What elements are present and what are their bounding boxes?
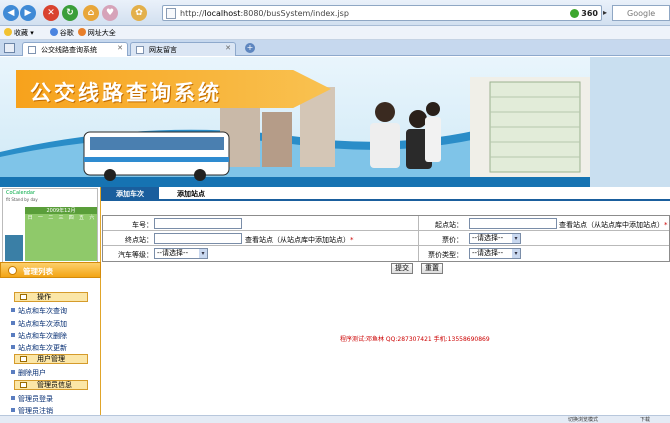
bookmark-directory[interactable]: 网址大全: [77, 27, 116, 38]
page-icon: [166, 7, 176, 19]
car-no-label: 车号：: [132, 221, 153, 229]
calendar-month: 2009年12月: [25, 207, 97, 214]
refresh-icon[interactable]: ↻: [62, 5, 78, 21]
sub-tab-strip: 添加车次 添加站点: [101, 187, 670, 201]
menu-item-delete[interactable]: 站点和车次删除: [11, 331, 67, 341]
view-stations-link-start[interactable]: 查看站点（从站点库中添加站点）*: [559, 220, 668, 230]
calendar-photo: [5, 235, 23, 261]
security-360-badge[interactable]: 360: [570, 8, 598, 18]
search-input[interactable]: Google: [612, 5, 670, 21]
end-station-label: 终点站：: [125, 236, 153, 244]
calendar-grid: 2009年12月 日一二三四五六: [25, 207, 97, 261]
form-row: 终点站： 查看站点（从站点库中添加站点）* 票价： --请选择--: [103, 231, 669, 246]
menu-item-add[interactable]: 站点和车次添加: [11, 319, 67, 329]
browser-toolbar: ◀ ▶ ✕ ↻ ⌂ ♥ ✿ http://localhost:8080/busS…: [0, 0, 670, 26]
google-icon: [49, 27, 58, 36]
form-row: 汽车等级： --请选择-- 票价类型： --请选择--: [103, 246, 669, 261]
section-admin-info[interactable]: 管理员信息: [14, 380, 88, 390]
tab-add-bus[interactable]: 添加车次: [101, 187, 159, 199]
tab-strip: 公交线路查询系统 ✕ 网友留言 ✕ +: [0, 40, 670, 56]
close-icon[interactable]: ✕: [117, 44, 123, 52]
menu-item-delete-user[interactable]: 删除用户: [11, 368, 46, 378]
home-icon[interactable]: ⌂: [83, 5, 99, 21]
forward-icon[interactable]: ▶: [20, 5, 36, 21]
tab-list-icon[interactable]: [4, 43, 15, 53]
price-type-label: 票价类型：: [428, 251, 463, 259]
banner: 公交线路查询系统: [0, 57, 670, 187]
stop-icon[interactable]: ✕: [43, 5, 59, 21]
folder-icon: [20, 294, 27, 300]
status-bar: 切换浏览模式 下载: [0, 415, 670, 423]
bus-grade-label: 汽车等级：: [118, 251, 153, 259]
close-icon[interactable]: ✕: [225, 44, 231, 52]
download-link[interactable]: 下载: [640, 416, 650, 423]
folder-icon: [20, 382, 27, 388]
form-divider: [418, 216, 419, 261]
calendar-subtitle: fit Stand by day: [6, 197, 38, 202]
price-type-select[interactable]: --请选择--: [469, 248, 521, 259]
shield-360-icon: [570, 8, 580, 18]
page-icon: [28, 46, 36, 54]
tab-bus-system[interactable]: 公交线路查询系统 ✕: [22, 42, 128, 56]
menu-item-update[interactable]: 站点和车次更新: [11, 343, 67, 353]
reset-button[interactable]: 重置: [421, 263, 443, 274]
view-stations-link-end[interactable]: 查看站点（从站点库中添加站点）*: [245, 235, 354, 245]
bus-grade-select[interactable]: --请选择--: [154, 248, 208, 259]
calendar-widget[interactable]: CoCalendar fit Stand by day 2009年12月 日一二…: [2, 188, 98, 263]
tab-add-station[interactable]: 添加站点: [163, 187, 219, 199]
page-title: 公交线路查询系统: [30, 80, 222, 105]
url-host: localhost: [204, 8, 241, 18]
folder-icon: [20, 356, 27, 362]
menu-item-admin-login[interactable]: 管理员登录: [11, 394, 53, 404]
url-prefix: http://: [180, 8, 205, 18]
car-no-input[interactable]: [154, 218, 242, 229]
menu-icon: [8, 266, 17, 275]
menu-item-query[interactable]: 站点和车次查询: [11, 306, 67, 316]
section-user-management[interactable]: 用户管理: [14, 354, 88, 364]
section-operations[interactable]: 操作: [14, 292, 88, 302]
browse-mode-toggle[interactable]: 切换浏览模式: [568, 416, 598, 423]
bookmark-google[interactable]: 谷歌: [49, 27, 74, 38]
submit-button[interactable]: 提交: [391, 263, 413, 274]
tab-guestbook[interactable]: 网友留言 ✕: [130, 42, 236, 56]
form-row: 车号： 起点站： 查看站点（从站点库中添加站点）*: [103, 216, 669, 231]
add-bus-form: 车号： 起点站： 查看站点（从站点库中添加站点）* 终点站： 查看站点（从站点库…: [102, 215, 670, 262]
bookmark-favorites[interactable]: 收藏 ▾: [4, 27, 34, 38]
new-tab-icon[interactable]: +: [245, 43, 255, 53]
favorite-icon[interactable]: ♥: [102, 5, 118, 21]
page-icon: [136, 46, 144, 54]
calendar-title: CoCalendar: [6, 190, 36, 196]
price-select[interactable]: --请选择--: [469, 233, 521, 244]
end-station-input[interactable]: [154, 233, 242, 244]
start-station-input[interactable]: [469, 218, 557, 229]
paw-icon[interactable]: ✿: [131, 5, 147, 21]
url-path: :8080/busSystem/index.jsp: [240, 8, 349, 18]
address-bar[interactable]: http://localhost:8080/busSystem/index.js…: [162, 5, 602, 21]
bookmark-bar: 收藏 ▾ 谷歌 网址大全: [0, 26, 670, 40]
test-credit: 程序测试:邓鱼林 QQ:287307421 手机:13558690869: [340, 336, 490, 343]
go-arrow-icon[interactable]: ▸: [603, 8, 607, 17]
star-icon: [4, 27, 12, 36]
price-label: 票价：: [442, 236, 463, 244]
start-station-label: 起点站：: [435, 221, 463, 229]
menu-heading: 管理列表: [0, 262, 101, 278]
globe-icon: [77, 27, 86, 36]
back-icon[interactable]: ◀: [3, 5, 19, 21]
